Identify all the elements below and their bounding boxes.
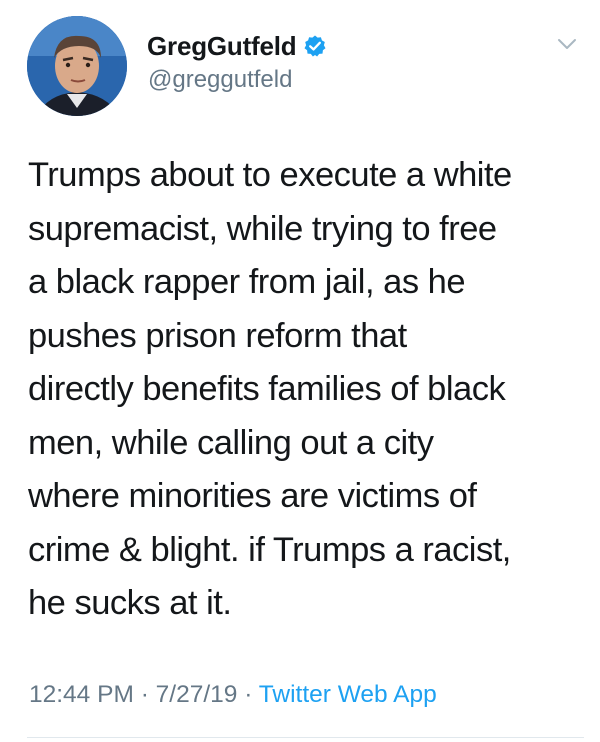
meta-separator: · xyxy=(140,681,149,708)
tweet-text-line: supremacist, while trying to free xyxy=(28,209,497,248)
tweet-text-line: men, while calling out a city xyxy=(28,423,434,462)
divider xyxy=(27,737,584,738)
tweet-text-line: where minorities are victims of xyxy=(28,477,477,515)
tweet-text-line: he sucks at it. xyxy=(28,584,232,622)
tweet-text-line: pushes prison reform that xyxy=(28,316,407,355)
chevron-down-icon[interactable] xyxy=(556,36,578,52)
tweet-meta: 12:44 PM · 7/27/19 · Twitter Web App xyxy=(29,681,437,709)
tweet-text-line: Trumps about to execute a white xyxy=(28,156,512,194)
tweet-text: Trumps about to execute a white supremac… xyxy=(28,149,584,631)
tweet-card: GregGutfeld @greggutfeld Trumps about to… xyxy=(0,0,600,742)
meta-separator: · xyxy=(244,681,253,708)
tweet-text-line: crime & blight. if Trumps a racist, xyxy=(28,530,511,569)
tweet-text-line: directly benefits families of black xyxy=(28,370,506,408)
name-row: GregGutfeld xyxy=(147,29,327,63)
verified-badge-icon xyxy=(303,34,327,58)
tweet-date[interactable]: 7/27/19 xyxy=(156,681,238,708)
avatar[interactable] xyxy=(27,16,127,116)
tweet-text-line: a black rapper from jail, as he xyxy=(28,263,466,301)
tweet-time[interactable]: 12:44 PM xyxy=(29,681,134,708)
user-handle[interactable]: @greggutfeld xyxy=(148,66,292,94)
tweet-source-link[interactable]: Twitter Web App xyxy=(259,681,437,708)
avatar-image xyxy=(27,16,127,116)
display-name[interactable]: GregGutfeld xyxy=(147,31,297,62)
